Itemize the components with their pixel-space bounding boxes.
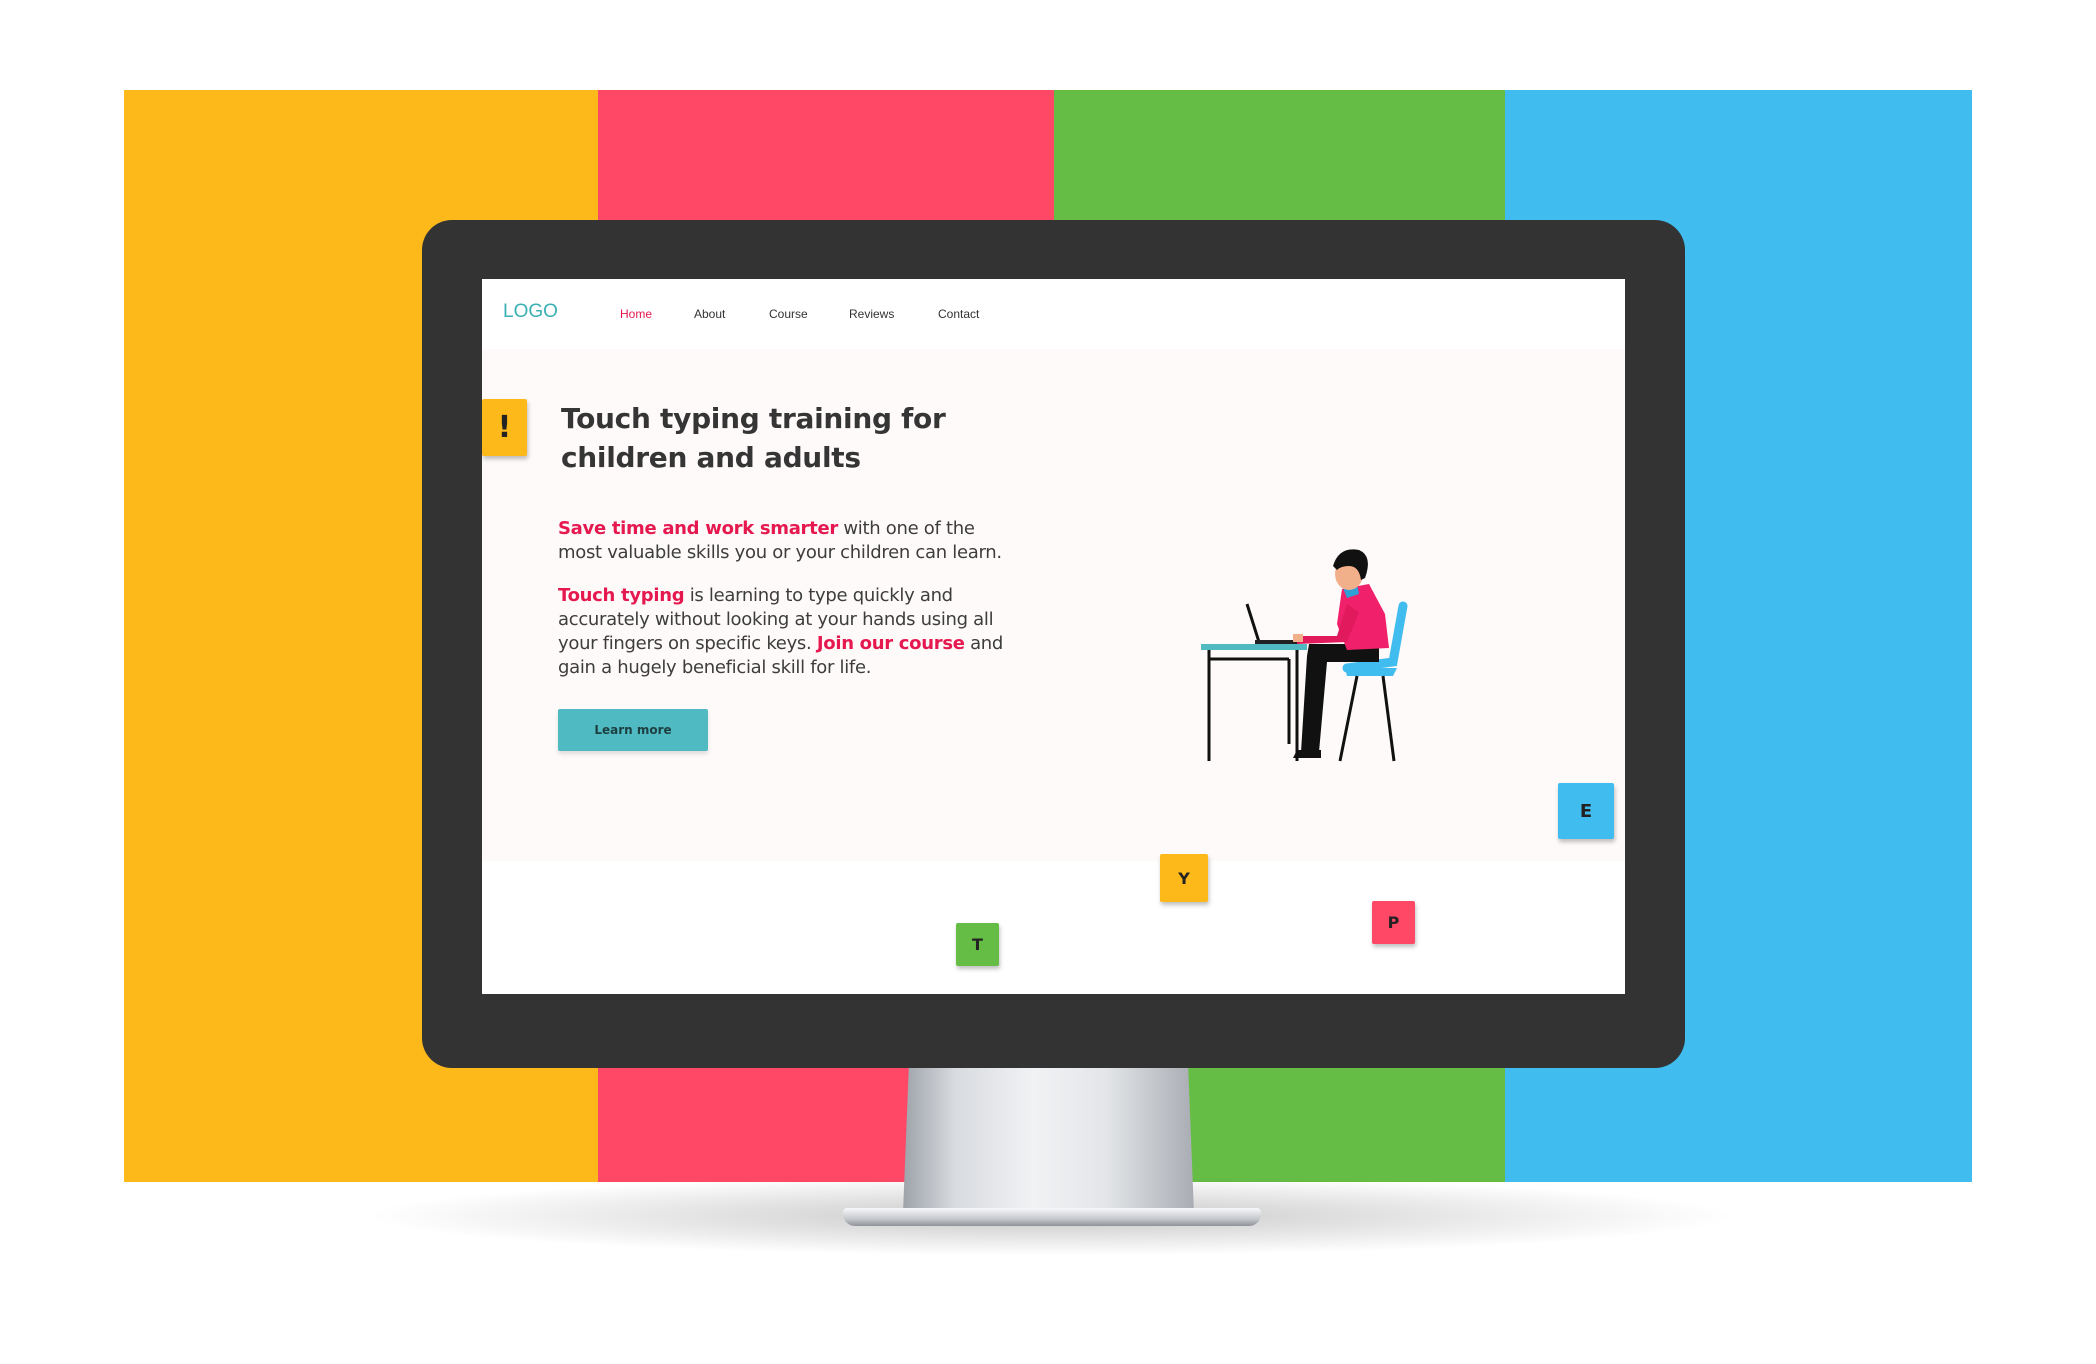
y-key-tile: Y — [1160, 854, 1208, 902]
intro-paragraph: Save time and work smarter with one of t… — [558, 517, 1018, 565]
description-paragraph: Touch typing is learning to type quickly… — [558, 584, 1018, 680]
monitor-stand-neck — [903, 1067, 1194, 1213]
nav-course[interactable]: Course — [769, 307, 808, 321]
nav-home[interactable]: Home — [620, 307, 652, 321]
logo[interactable]: LOGO — [503, 301, 558, 323]
monitor-stand-foot — [843, 1208, 1261, 1226]
exclaim-tile: ! — [482, 399, 527, 456]
page-title: Touch typing training for children and a… — [561, 402, 946, 474]
p-key-tile: P — [1372, 901, 1415, 944]
learn-more-button[interactable]: Learn more — [558, 709, 708, 751]
top-navigation: LOGO Home About Course Reviews Contact — [482, 279, 1625, 349]
nav-about[interactable]: About — [694, 307, 725, 321]
intro-highlight: Save time and work smarter — [558, 518, 838, 539]
person-typing-at-desk-illustration — [1201, 549, 1408, 762]
monitor-screen: LOGO Home About Course Reviews Contact !… — [482, 279, 1625, 994]
touch-typing-highlight: Touch typing — [558, 585, 685, 606]
t-key-tile: T — [956, 923, 999, 966]
nav-contact[interactable]: Contact — [938, 307, 979, 321]
hero-section: ! Touch typing training for children and… — [482, 349, 1625, 861]
e-key-tile: E — [1558, 783, 1614, 839]
join-course-link[interactable]: Join our course — [817, 633, 965, 654]
nav-reviews[interactable]: Reviews — [849, 307, 894, 321]
